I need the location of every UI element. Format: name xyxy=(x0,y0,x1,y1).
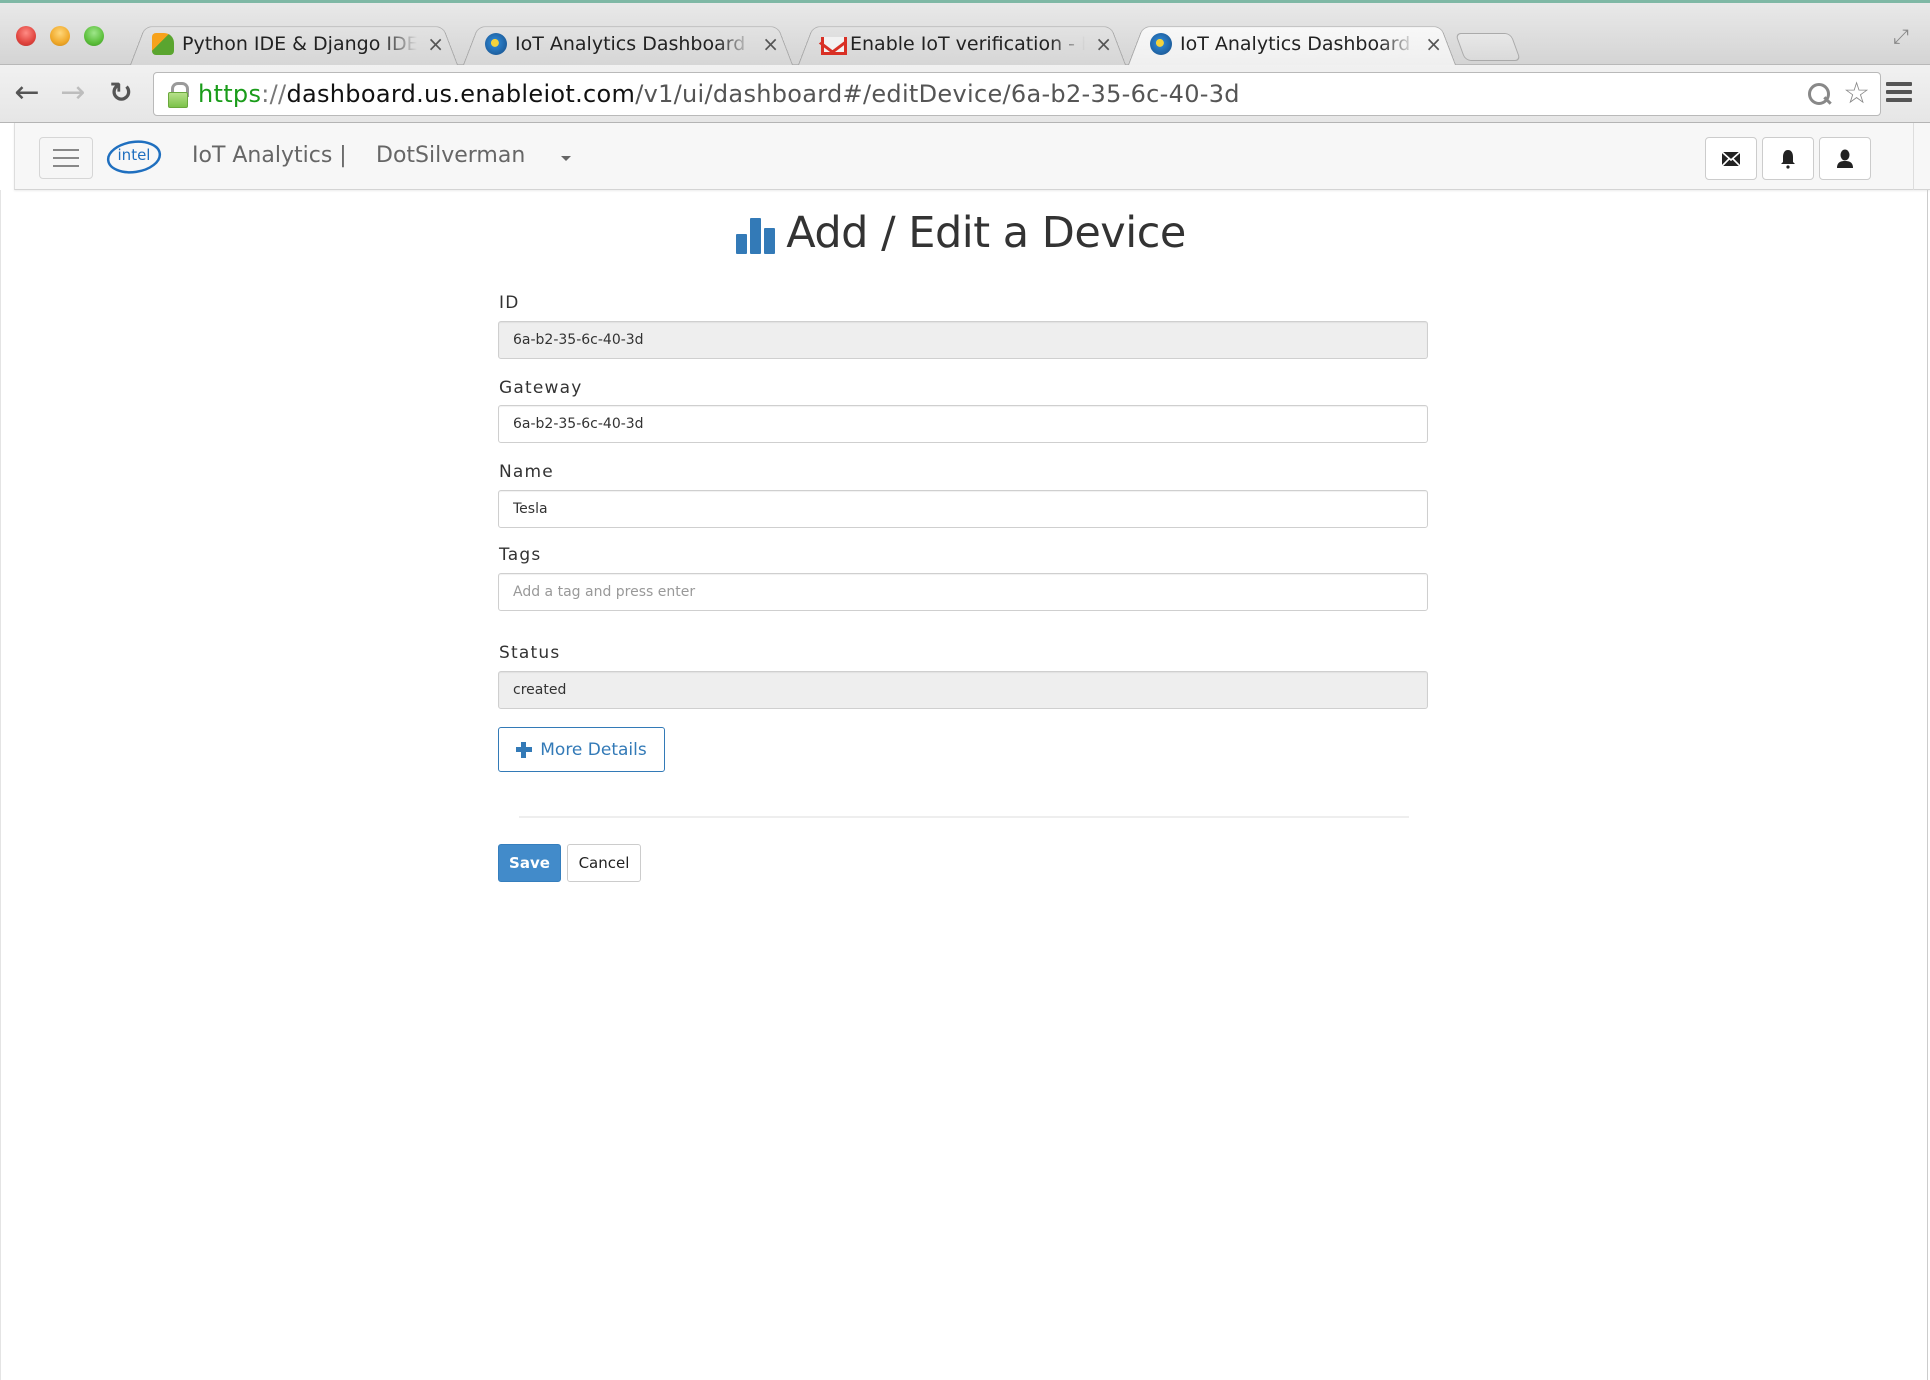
page-header: Add / Edit a Device xyxy=(0,208,1930,258)
user-icon xyxy=(1837,149,1853,168)
caret-down-icon[interactable] xyxy=(561,156,571,161)
id-label: ID xyxy=(499,293,520,313)
tab-title: Enable IoT verification - Intel xyxy=(850,32,1086,55)
back-arrow-icon[interactable]: ← xyxy=(10,76,44,110)
gateway-label: Gateway xyxy=(499,378,583,398)
app-navbar: intel IoT Analytics | DotSilverman xyxy=(14,123,1930,190)
name-label: Name xyxy=(499,462,554,482)
navbar-gutter xyxy=(1913,123,1914,190)
notifications-button[interactable] xyxy=(1762,137,1814,180)
id-field[interactable] xyxy=(498,321,1428,359)
tab-title: Python IDE & Django IDE for Web develope… xyxy=(182,32,418,55)
iot-globe-icon xyxy=(1150,32,1172,55)
user-profile-button[interactable] xyxy=(1819,137,1871,180)
forward-arrow-icon[interactable]: → xyxy=(56,76,90,110)
more-details-button[interactable]: More Details xyxy=(498,727,665,772)
url-separator: :// xyxy=(261,80,287,108)
fullscreen-icon[interactable]: ⤢ xyxy=(1890,25,1912,47)
window-minimize-button[interactable] xyxy=(50,26,70,46)
gmail-icon xyxy=(820,33,847,55)
plus-icon xyxy=(516,741,533,758)
pycharm-icon xyxy=(152,32,174,55)
more-details-label: More Details xyxy=(540,739,647,760)
account-selector[interactable]: DotSilverman xyxy=(376,143,525,168)
sidebar-toggle-button[interactable] xyxy=(39,137,93,179)
app-brand: IoT Analytics | xyxy=(192,143,347,168)
url-host: dashboard.us.enableiot.com xyxy=(286,80,636,108)
bookmark-star-icon[interactable]: ☆ xyxy=(1843,77,1870,111)
save-button[interactable]: Save xyxy=(498,844,561,882)
browser-menu-icon[interactable] xyxy=(1886,82,1912,104)
bar-chart-icon xyxy=(736,218,776,254)
tab-close-icon[interactable]: × xyxy=(1425,32,1442,56)
status-label: Status xyxy=(499,643,561,663)
window-zoom-button[interactable] xyxy=(84,26,104,46)
page-title: Add / Edit a Device xyxy=(786,208,1186,258)
address-bar[interactable]: https://dashboard.us.enableiot.com/v1/ui… xyxy=(153,72,1881,116)
new-tab-button[interactable] xyxy=(1454,33,1522,61)
url-text: https://dashboard.us.enableiot.com/v1/ui… xyxy=(198,80,1240,108)
form-divider xyxy=(519,816,1409,818)
cancel-button[interactable]: Cancel xyxy=(567,844,641,882)
name-field[interactable] xyxy=(498,490,1428,528)
tags-label: Tags xyxy=(499,545,542,565)
tab-title: IoT Analytics Dashboard xyxy=(515,32,746,55)
lock-icon xyxy=(168,82,189,108)
status-field[interactable] xyxy=(498,671,1428,709)
page-scrollbar-track[interactable] xyxy=(1927,190,1928,1380)
intel-logo: intel xyxy=(106,140,162,174)
browser-tab-gmail[interactable]: Enable IoT verification - Intel × xyxy=(798,22,1126,65)
url-path: /v1/ui/dashboard#/editDevice/6a-b2-35-6c… xyxy=(635,80,1240,108)
browser-toolbar: ← → ↻ https://dashboard.us.enableiot.com… xyxy=(0,65,1930,123)
url-scheme: https xyxy=(198,80,262,108)
browser-tab-bar: Python IDE & Django IDE for Web develope… xyxy=(0,3,1930,65)
browser-tab-pycharm[interactable]: Python IDE & Django IDE for Web develope… xyxy=(130,22,458,65)
browser-tab-iot-dashboard[interactable]: IoT Analytics Dashboard × xyxy=(463,22,793,65)
window-close-button[interactable] xyxy=(16,26,36,46)
tab-close-icon[interactable]: × xyxy=(762,32,779,56)
tab-close-icon[interactable]: × xyxy=(427,32,444,56)
page-left-border xyxy=(0,190,1,1380)
search-icon[interactable] xyxy=(1806,81,1832,107)
tab-close-icon[interactable]: × xyxy=(1095,32,1112,56)
browser-tab-iot-dashboard-active[interactable]: IoT Analytics Dashboard × xyxy=(1128,22,1456,65)
gateway-field[interactable] xyxy=(498,405,1428,443)
messages-button[interactable] xyxy=(1705,137,1757,180)
iot-globe-icon xyxy=(485,32,507,55)
intel-logo-text: intel xyxy=(118,146,151,164)
tags-input[interactable] xyxy=(498,573,1428,611)
bell-icon xyxy=(1781,149,1795,169)
reload-icon[interactable]: ↻ xyxy=(104,76,138,110)
tab-title: IoT Analytics Dashboard xyxy=(1180,32,1411,55)
envelope-icon xyxy=(1722,150,1740,167)
